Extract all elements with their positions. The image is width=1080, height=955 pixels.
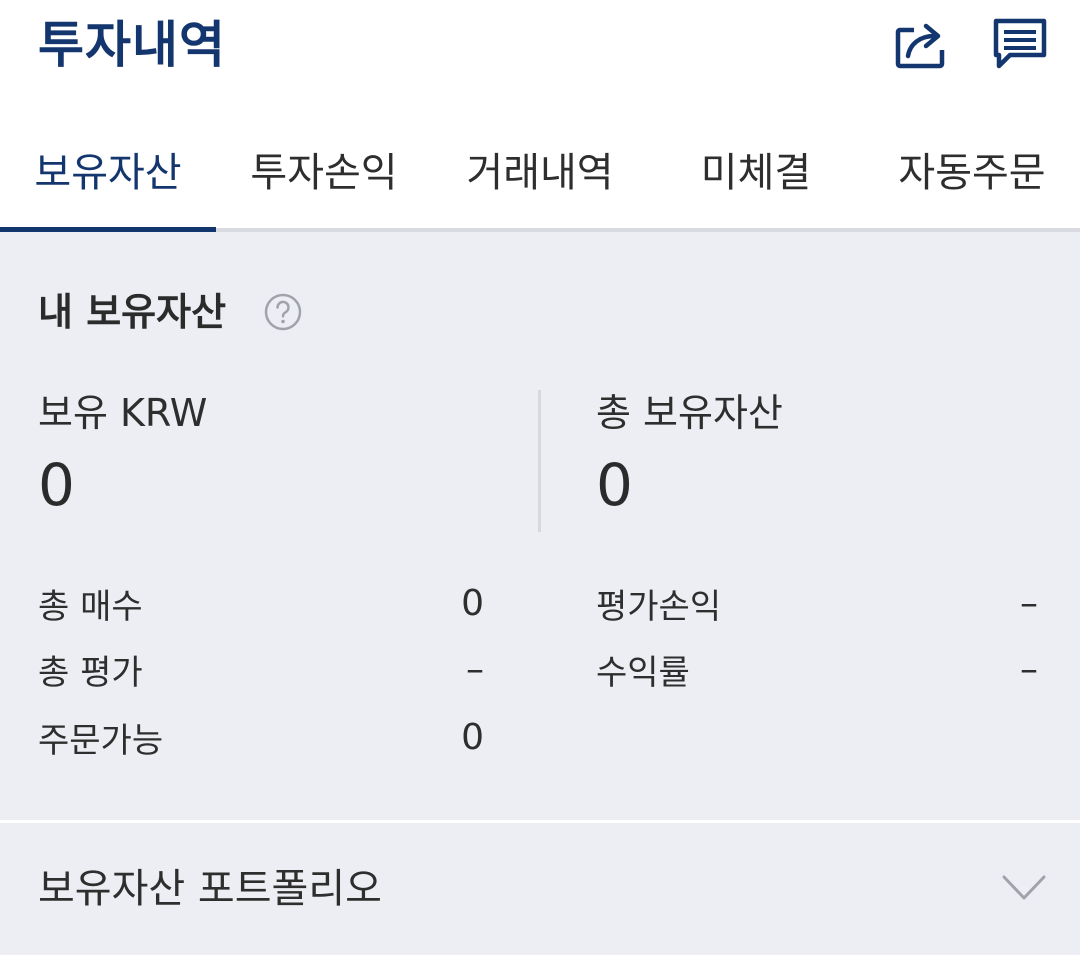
chat-button[interactable] xyxy=(988,12,1052,76)
tab-auto-order[interactable]: 자동주문 xyxy=(864,110,1080,228)
tab-bar: 보유자산 투자손익 거래내역 미체결 자동주문 xyxy=(0,110,1080,232)
section-title: 내 보유자산 xyxy=(38,290,227,334)
tab-unfilled-orders[interactable]: 미체결 xyxy=(648,110,864,228)
row-label: 주문가능 xyxy=(38,720,164,761)
row-label: 총 매수 xyxy=(38,586,143,627)
chevron-down-icon xyxy=(1002,875,1046,900)
row-label: 총 평가 xyxy=(38,652,143,693)
tab-label: 미체결 xyxy=(700,150,812,196)
portfolio-accordion[interactable]: 보유자산 포트폴리오 xyxy=(0,823,1080,955)
krw-balance-value: 0 xyxy=(38,451,75,519)
row-label: 수익률 xyxy=(596,652,690,693)
tab-label: 보유자산 xyxy=(34,150,182,196)
row-value: – xyxy=(466,648,484,690)
chat-icon xyxy=(993,18,1047,69)
return-rate-row: 수익률 – xyxy=(596,644,1038,694)
row-label: 평가손익 xyxy=(596,586,722,627)
page-title: 투자내역 xyxy=(38,16,226,74)
accordion-title: 보유자산 포트폴리오 xyxy=(38,866,382,912)
divider xyxy=(538,390,541,532)
row-value: – xyxy=(1020,648,1038,690)
row-value: – xyxy=(1020,582,1038,624)
row-value: 0 xyxy=(461,716,484,758)
total-purchase-row: 총 매수 0 xyxy=(38,578,484,628)
total-assets-label: 총 보유자산 xyxy=(596,391,783,435)
row-value: 0 xyxy=(461,582,484,624)
tab-profit-loss[interactable]: 투자손익 xyxy=(216,110,432,228)
tab-label: 투자손익 xyxy=(250,150,398,196)
total-valuation-row: 총 평가 – xyxy=(38,644,484,694)
top-app-bar: 투자내역 xyxy=(0,0,1080,110)
share-button[interactable] xyxy=(888,12,952,76)
krw-balance-label: 보유 KRW xyxy=(38,391,208,435)
share-icon xyxy=(895,23,945,69)
question-circle-icon[interactable] xyxy=(264,293,302,331)
tab-holdings[interactable]: 보유자산 xyxy=(0,110,216,232)
total-assets-value: 0 xyxy=(596,451,633,519)
holdings-summary-panel: 내 보유자산 보유 KRW 0 총 보유자산 0 총 매수 0 총 평가 – 주… xyxy=(0,232,1080,820)
tab-transaction-history[interactable]: 거래내역 xyxy=(432,110,648,228)
valuation-profit-row: 평가손익 – xyxy=(596,578,1038,628)
orderable-row: 주문가능 0 xyxy=(38,712,484,762)
tab-label: 자동주문 xyxy=(898,150,1046,196)
tab-label: 거래내역 xyxy=(466,150,614,196)
